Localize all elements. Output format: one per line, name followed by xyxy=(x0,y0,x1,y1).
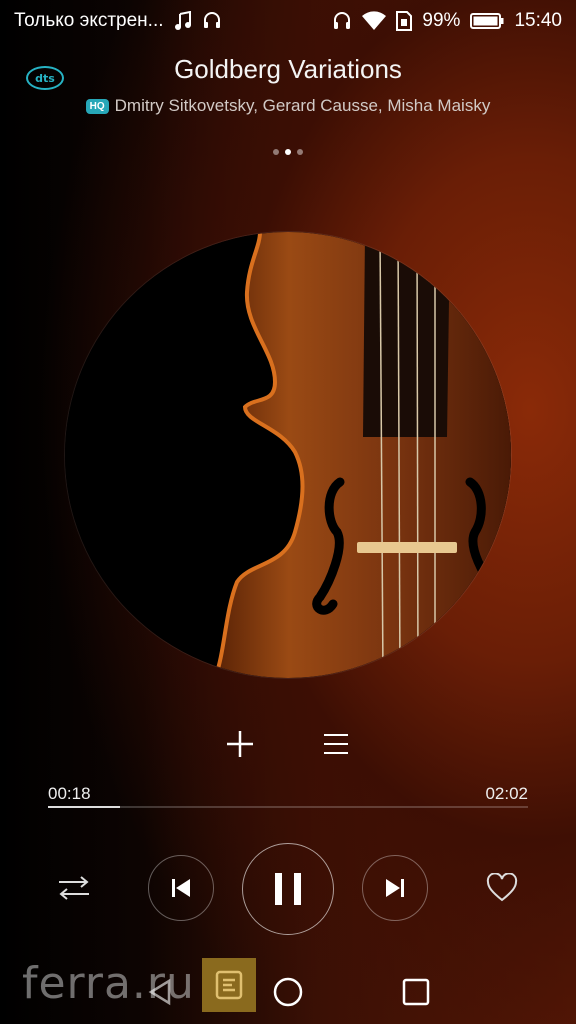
headset-icon xyxy=(202,11,222,31)
page-dot xyxy=(273,149,279,155)
music-note-icon xyxy=(174,11,192,31)
hq-badge: HQ xyxy=(85,98,109,114)
nav-back-button[interactable] xyxy=(140,972,180,1012)
nav-recents-button[interactable] xyxy=(398,974,434,1010)
shuffle-icon xyxy=(59,876,89,900)
nav-home-button[interactable] xyxy=(270,974,306,1010)
violin-image xyxy=(65,232,511,678)
clock: 15:40 xyxy=(514,10,562,31)
battery-percent: 99% xyxy=(422,10,461,31)
page-dot-active xyxy=(285,149,291,155)
queue-button[interactable] xyxy=(318,726,354,762)
recents-square-icon xyxy=(402,978,430,1006)
skip-previous-icon xyxy=(172,879,190,897)
album-art[interactable] xyxy=(65,232,511,678)
seek-bar[interactable] xyxy=(48,806,528,808)
artist-names: Dmitry Sitkovetsky, Gerard Causse, Misha… xyxy=(114,96,491,115)
page-indicator xyxy=(0,149,576,155)
home-circle-icon xyxy=(273,977,303,1007)
artist-row: HQ Dmitry Sitkovetsky, Gerard Causse, Mi… xyxy=(0,96,576,116)
page-dot xyxy=(297,149,303,155)
track-title: Goldberg Variations xyxy=(174,54,402,84)
battery-icon xyxy=(470,12,504,30)
sim-icon xyxy=(396,11,413,31)
total-time: 02:02 xyxy=(485,784,528,803)
notification-text: Только экстрен... xyxy=(14,10,164,31)
logo-badge-icon xyxy=(215,970,243,1000)
list-icon xyxy=(324,734,348,754)
status-bar: Только экстрен... 99% 15:40 xyxy=(0,0,576,42)
headphones-icon xyxy=(332,11,352,31)
next-button[interactable] xyxy=(362,855,428,921)
pause-button[interactable] xyxy=(242,843,334,935)
watermark-badge xyxy=(202,958,256,1012)
add-to-playlist-button[interactable] xyxy=(222,726,258,762)
plus-icon xyxy=(227,731,253,757)
back-triangle-icon xyxy=(148,978,171,1006)
skip-next-icon xyxy=(386,879,404,897)
elapsed-time: 00:18 xyxy=(48,784,91,803)
navigation-bar: ferra.ru xyxy=(0,950,576,1024)
pause-icon xyxy=(275,873,301,905)
previous-button[interactable] xyxy=(148,855,214,921)
favorite-button[interactable] xyxy=(482,870,522,906)
wifi-icon xyxy=(362,11,387,31)
seek-bar-fill xyxy=(48,806,120,808)
heart-icon xyxy=(486,873,518,902)
repeat-shuffle-button[interactable] xyxy=(54,870,94,906)
